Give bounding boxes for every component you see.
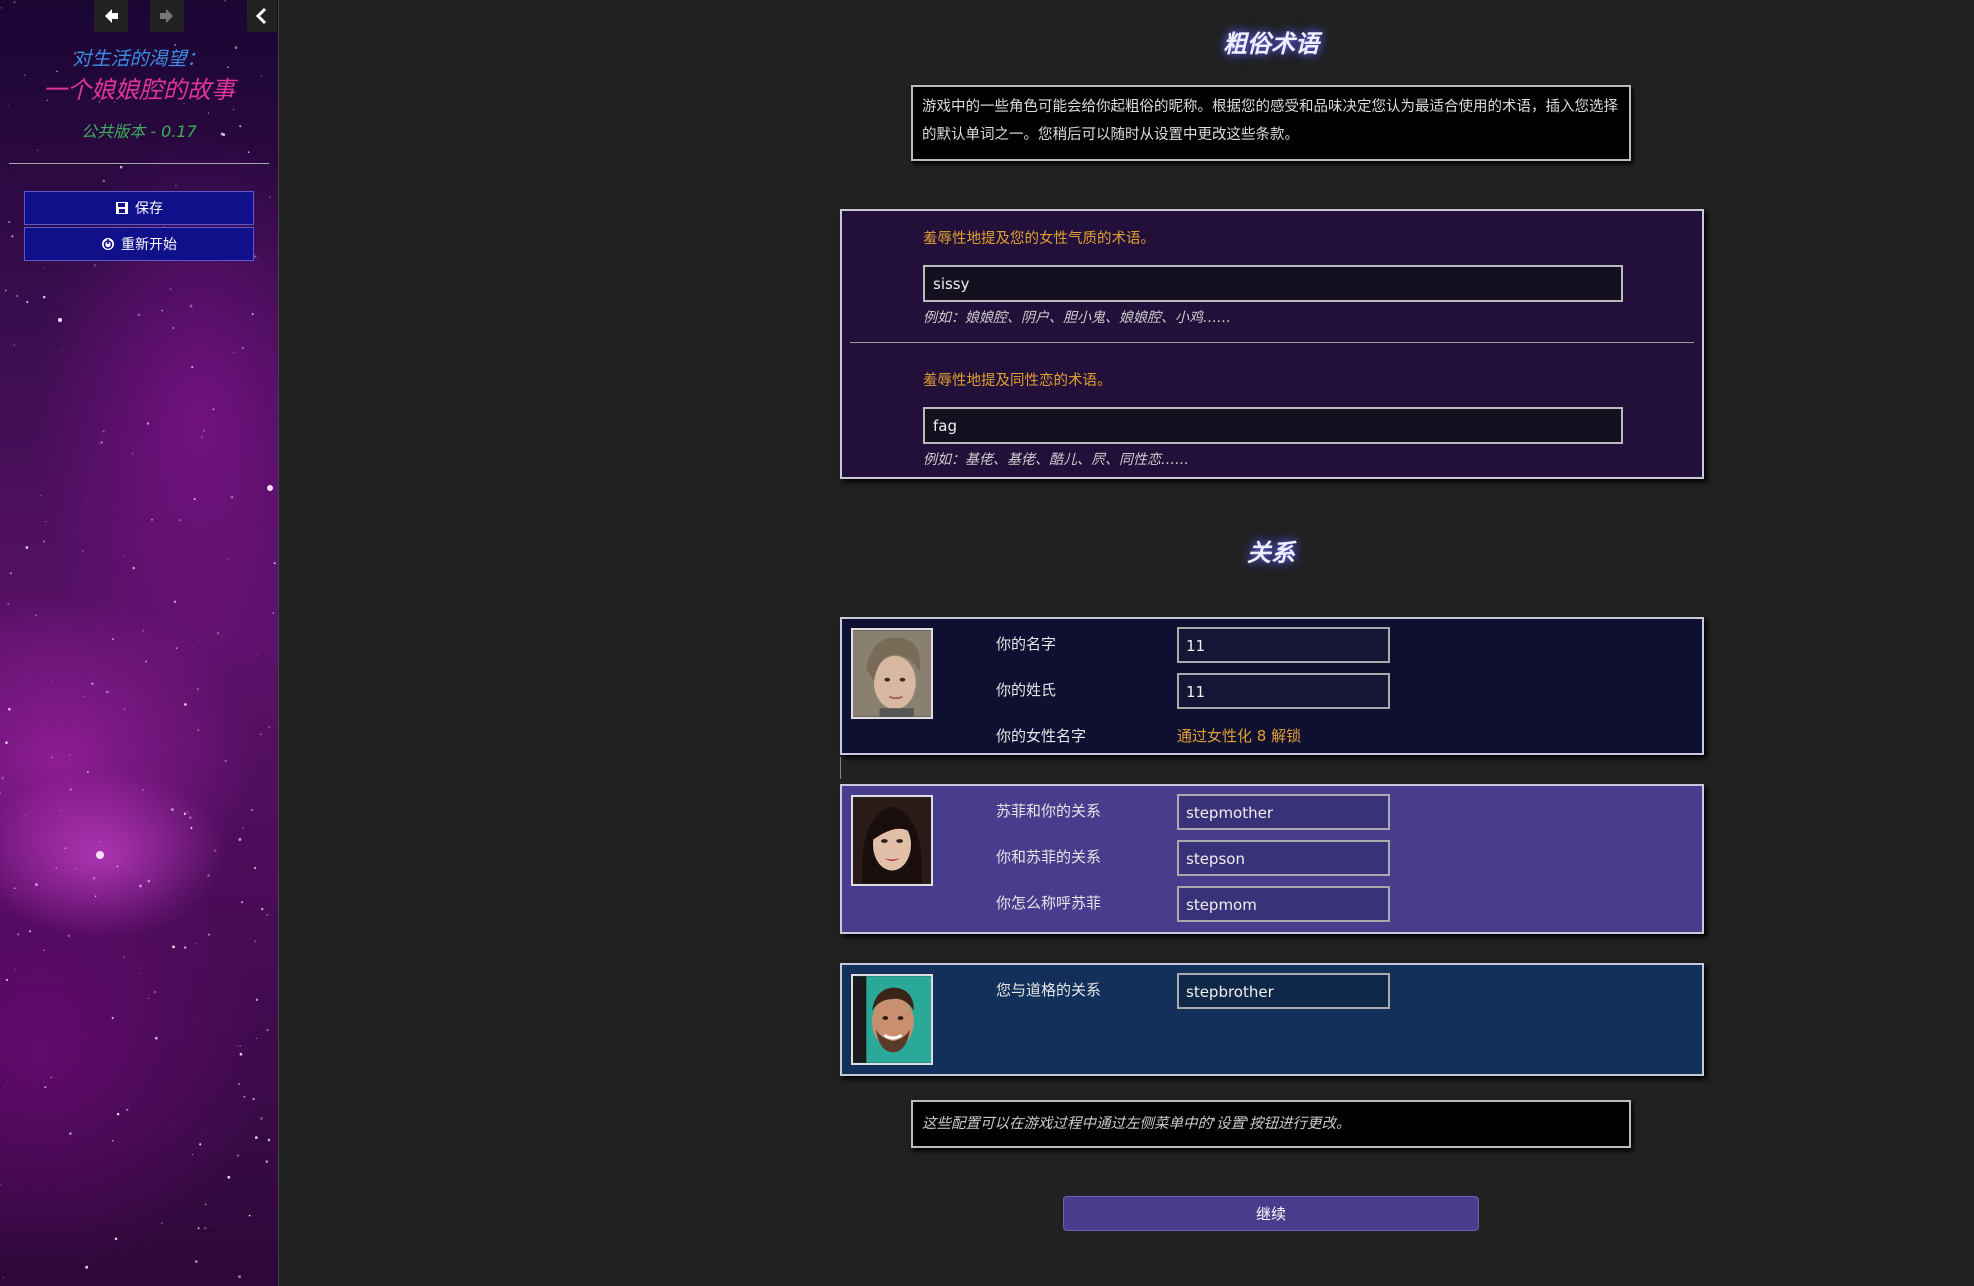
slurs-divider [850,342,1694,343]
save-button-label: 保存 [135,201,163,217]
story-subtitle: 一个娘娘腔的故事 [43,76,235,104]
sophie-panel: 苏菲和你的关系 stepmother 你和苏菲的关系 stepson 你怎么称呼… [840,784,1704,934]
text-caret [840,757,841,779]
arrow-left-icon [105,9,118,23]
gay-slur-input[interactable]: fag [923,407,1623,444]
first-name-input[interactable]: 11 [1177,627,1390,663]
fem-name-label: 你的女性名字 [996,727,1087,745]
first-name-label: 你的名字 [996,635,1057,653]
restart-button-label: 重新开始 [121,237,177,253]
doug-relation-input[interactable]: stepbrother [1177,973,1390,1009]
doug-avatar [853,976,931,1063]
sidebar-divider [9,163,269,164]
your-relation-to-sophie-label: 你和苏菲的关系 [996,848,1102,866]
slurs-section-title: 粗俗术语 [1223,30,1319,58]
doug-portrait [851,974,933,1065]
sophie-relation-input[interactable]: stepmother [1177,794,1390,830]
slurs-intro-note: 游戏中的一些角色可能会给你起粗俗的昵称。根据您的感受和品味决定您认为最适合使用的… [911,85,1631,161]
player-portrait [851,628,933,719]
fem-slur-input[interactable]: sissy [923,265,1623,302]
doug-relation-label: 您与道格的关系 [996,981,1102,999]
relations-section-title: 关系 [1247,539,1295,567]
fem-slur-example: 例如：娘娘腔、阴户、胆小鬼、娘娘腔、小鸡…… [923,310,1231,326]
sophie-address-label: 你怎么称呼苏菲 [996,894,1102,912]
fem-slur-label: 羞辱性地提及您的女性气质的术语。 [923,231,1155,247]
forward-button[interactable] [150,0,184,32]
arrow-right-icon [160,9,173,23]
last-name-input[interactable]: 11 [1177,673,1390,709]
player-panel: 你的名字 11 你的姓氏 11 你的女性名字 通过女性化 8 解锁 [840,617,1704,755]
your-relation-to-sophie-input[interactable]: stepson [1177,840,1390,876]
power-icon [102,238,114,250]
gay-slur-example: 例如：基佬、基佬、酷儿、屄、同性恋…… [923,452,1189,468]
player-avatar [853,630,931,717]
fem-name-locked-text: 通过女性化 8 解锁 [1177,727,1302,745]
chevron-left-icon [255,7,267,25]
sophie-relation-label: 苏菲和你的关系 [996,802,1102,820]
settings-footer-note: 这些配置可以在游戏过程中通过左侧菜单中的'设置'按钮进行更改。 [911,1100,1631,1148]
doug-panel: 您与道格的关系 stepbrother [840,963,1704,1076]
back-button[interactable] [94,0,128,32]
version-label: 公共版本 - 0.17 [81,122,197,141]
restart-button[interactable]: 重新开始 [24,227,254,261]
sophie-address-input[interactable]: stepmom [1177,886,1390,922]
sidebar: 对生活的渴望： 一个娘娘腔的故事 公共版本 - 0.17 保存 重新开始 [0,0,279,1286]
sophie-portrait [851,795,933,886]
sophie-avatar [853,797,931,884]
slurs-panel: 羞辱性地提及您的女性气质的术语。 sissy 例如：娘娘腔、阴户、胆小鬼、娘娘腔… [840,209,1704,479]
collapse-sidebar-button[interactable] [247,0,277,32]
save-button[interactable]: 保存 [24,191,254,225]
continue-button[interactable]: 继续 [1063,1196,1479,1231]
floppy-disk-icon [116,202,128,214]
last-name-label: 你的姓氏 [996,681,1057,699]
gay-slur-label: 羞辱性地提及同性恋的术语。 [923,373,1112,389]
story-title: 对生活的渴望： [72,48,206,70]
